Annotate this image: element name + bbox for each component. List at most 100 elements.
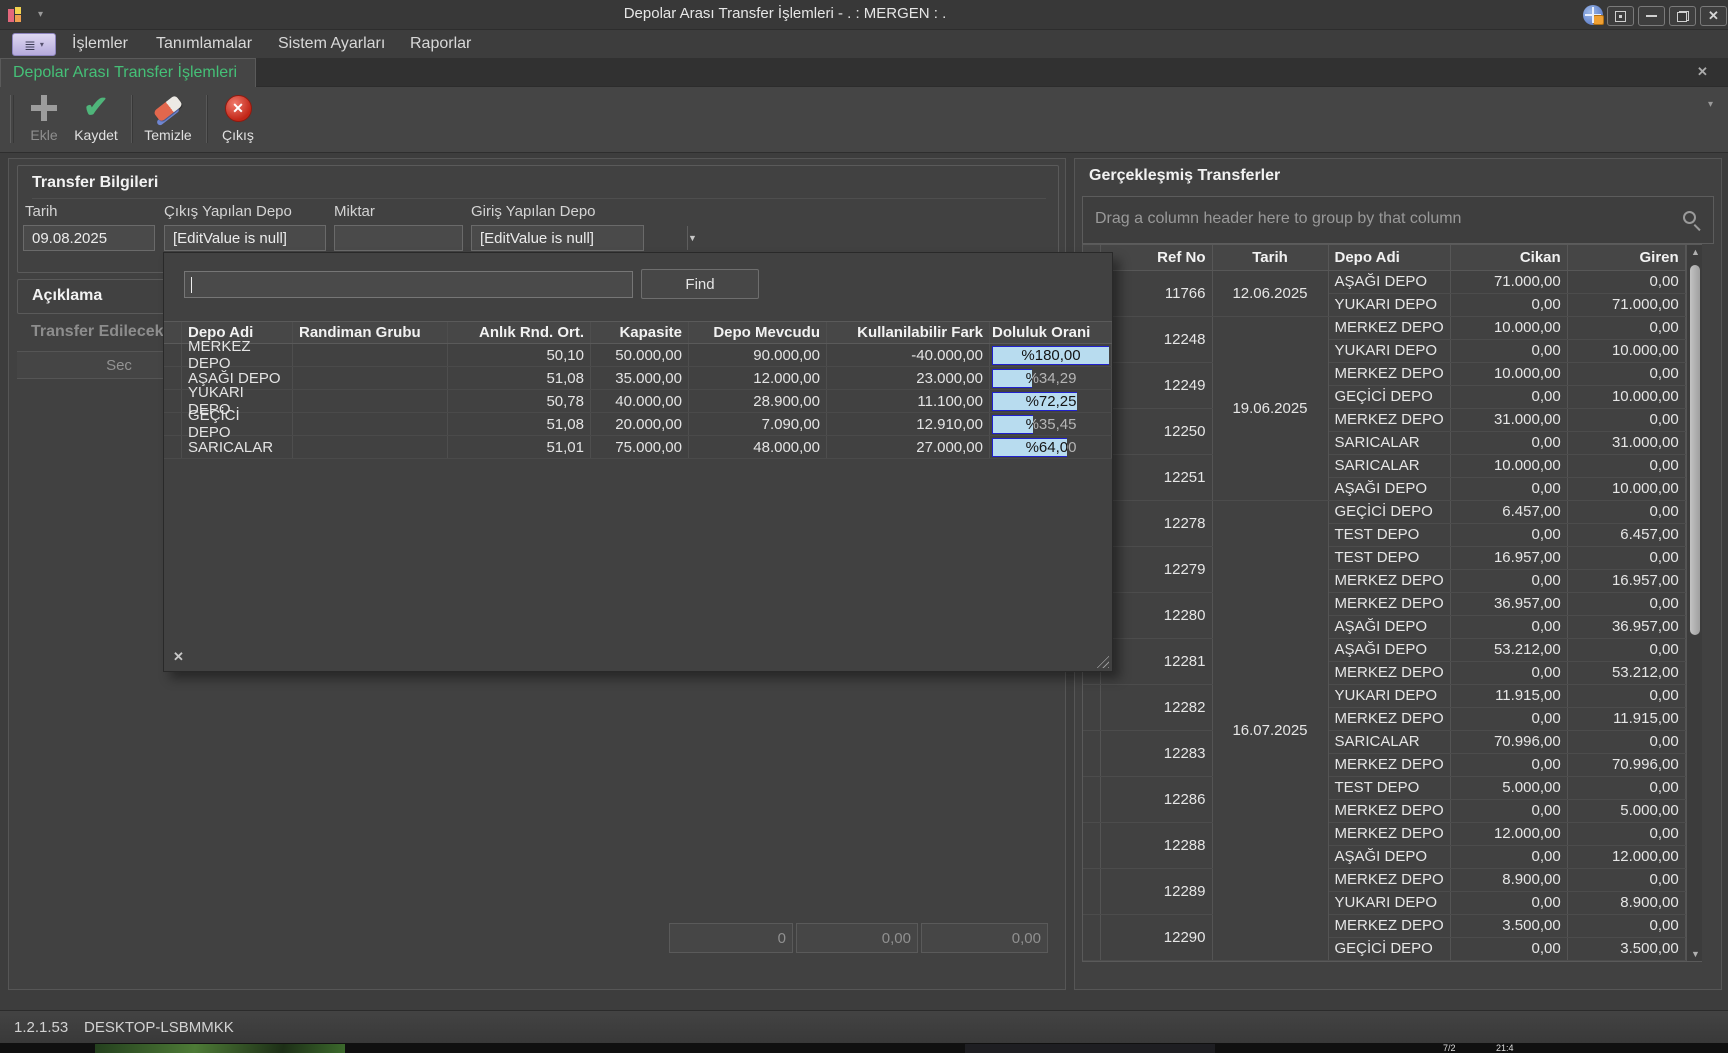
ref-no-cell[interactable]: 12251 [1100,454,1212,500]
depo-adi-cell[interactable]: AŞAĞI DEPO [1328,845,1450,868]
ref-no-cell[interactable]: 12283 [1100,730,1212,776]
group-by-bar[interactable]: Drag a column header here to group by th… [1082,196,1714,244]
cikan-cell[interactable]: 10.000,00 [1450,362,1567,385]
ekle-button[interactable]: Ekle [22,90,66,150]
giren-cell[interactable]: 71.000,00 [1567,293,1685,316]
row-indicator-cell[interactable] [1083,730,1100,776]
cikan-cell[interactable]: 0,00 [1450,477,1567,500]
scrollbar-thumb[interactable] [1690,265,1700,635]
ref-no-cell[interactable]: 11766 [1100,270,1212,316]
history-column-header[interactable]: Cikan [1450,245,1567,270]
ref-no-cell[interactable]: 12286 [1100,776,1212,822]
history-row[interactable]: 1227816.07.2025GEÇİCİ DEPO6.457,000,00 [1083,500,1685,523]
history-row[interactable]: 12286TEST DEPO5.000,000,00 [1083,776,1685,799]
giren-cell[interactable]: 31.000,00 [1567,431,1685,454]
giren-cell[interactable]: 11.915,00 [1567,707,1685,730]
restore-button[interactable] [1669,6,1696,26]
tarih-cell[interactable]: 19.06.2025 [1212,316,1328,500]
cikan-cell[interactable]: 0,00 [1450,615,1567,638]
ref-no-cell[interactable]: 12281 [1100,638,1212,684]
find-button[interactable]: Find [641,269,759,299]
cikan-cell[interactable]: 0,00 [1450,799,1567,822]
giren-cell[interactable]: 0,00 [1567,546,1685,569]
row-indicator-cell[interactable] [1083,684,1100,730]
depo-adi-cell[interactable]: MERKEZ DEPO [1328,316,1450,339]
miktar-spinner[interactable]: ▲▼ [334,225,463,251]
depo-adi-cell[interactable]: SARICALAR [1328,431,1450,454]
depo-adi-cell[interactable]: AŞAĞI DEPO [1328,270,1450,293]
menu-tanimlamalar[interactable]: Tanımlamalar [156,35,252,55]
scroll-up-icon[interactable]: ▲ [1691,247,1700,257]
popup-search-input[interactable] [184,271,633,298]
depo-adi-cell[interactable]: SARICALAR [1328,730,1450,753]
cikan-cell[interactable]: 0,00 [1450,385,1567,408]
giren-cell[interactable]: 53.212,00 [1567,661,1685,684]
toolbar-overflow-chevron-icon[interactable]: ▾ [1708,99,1713,110]
cikan-cell[interactable]: 0,00 [1450,845,1567,868]
giren-cell[interactable]: 70.996,00 [1567,753,1685,776]
giren-cell[interactable]: 0,00 [1567,868,1685,891]
ref-no-cell[interactable]: 12290 [1100,914,1212,960]
ref-no-cell[interactable]: 12282 [1100,684,1212,730]
depo-adi-cell[interactable]: MERKEZ DEPO [1328,592,1450,615]
giren-cell[interactable]: 10.000,00 [1567,477,1685,500]
giren-cell[interactable]: 10.000,00 [1567,385,1685,408]
ref-no-cell[interactable]: 12248 [1100,316,1212,362]
tarih-combo[interactable]: ▼ [23,225,155,251]
depo-adi-cell[interactable]: SARICALAR [1328,454,1450,477]
cikan-cell[interactable]: 53.212,00 [1450,638,1567,661]
row-indicator-cell[interactable] [1083,776,1100,822]
search-icon[interactable] [1683,211,1696,224]
cikan-cell[interactable]: 16.957,00 [1450,546,1567,569]
depo-adi-cell[interactable]: AŞAĞI DEPO [1328,615,1450,638]
temizle-button[interactable]: Temizle [140,90,196,150]
row-indicator-cell[interactable] [1083,822,1100,868]
cikan-cell[interactable]: 0,00 [1450,293,1567,316]
giren-cell[interactable]: 0,00 [1567,270,1685,293]
giren-cell[interactable]: 0,00 [1567,408,1685,431]
cikan-cell[interactable]: 0,00 [1450,937,1567,960]
ref-no-cell[interactable]: 12249 [1100,362,1212,408]
giren-cell[interactable]: 8.900,00 [1567,891,1685,914]
history-row[interactable]: 12283SARICALAR70.996,000,00 [1083,730,1685,753]
cikan-cell[interactable]: 5.000,00 [1450,776,1567,799]
history-column-header[interactable]: Depo Adi [1328,245,1450,270]
giris-depo-combo[interactable]: ▼ [471,225,644,251]
depo-adi-cell[interactable]: YUKARI DEPO [1328,293,1450,316]
taskbar-thumbnail[interactable] [965,1044,1215,1053]
depo-adi-cell[interactable]: MERKEZ DEPO [1328,753,1450,776]
depo-adi-cell[interactable]: GEÇİCİ DEPO [1328,937,1450,960]
history-scrollbar[interactable]: ▲ ▼ [1686,245,1702,961]
history-row[interactable]: 12250MERKEZ DEPO31.000,000,00 [1083,408,1685,431]
cikan-cell[interactable]: 70.996,00 [1450,730,1567,753]
cikan-cell[interactable]: 11.915,00 [1450,684,1567,707]
cikan-cell[interactable]: 71.000,00 [1450,270,1567,293]
history-row[interactable]: 12288MERKEZ DEPO12.000,000,00 [1083,822,1685,845]
popup-depo-row[interactable]: YUKARI DEPO50,7840.000,0028.900,0011.100… [164,390,1112,413]
giren-cell[interactable]: 0,00 [1567,362,1685,385]
popup-header-row[interactable]: Depo AdiRandiman GrubuAnlık Rnd. Ort.Kap… [164,321,1112,344]
ref-no-cell[interactable]: 12288 [1100,822,1212,868]
cikan-cell[interactable]: 8.900,00 [1450,868,1567,891]
depo-adi-cell[interactable]: AŞAĞI DEPO [1328,477,1450,500]
cikan-cell[interactable]: 10.000,00 [1450,454,1567,477]
giren-cell[interactable]: 0,00 [1567,684,1685,707]
ref-no-cell[interactable]: 12279 [1100,546,1212,592]
tarih-cell[interactable]: 16.07.2025 [1212,500,1328,960]
tab-depolar-arasi-transfer[interactable]: Depolar Arası Transfer İşlemleri [0,58,256,87]
depo-adi-cell[interactable]: GEÇİCİ DEPO [1328,385,1450,408]
cikan-cell[interactable]: 0,00 [1450,339,1567,362]
cikan-cell[interactable]: 0,00 [1450,431,1567,454]
cikan-cell[interactable]: 36.957,00 [1450,592,1567,615]
globe-lock-icon[interactable] [1583,5,1603,25]
depo-adi-cell[interactable]: GEÇİCİ DEPO [1328,500,1450,523]
cikan-cell[interactable]: 0,00 [1450,523,1567,546]
depo-adi-cell[interactable]: MERKEZ DEPO [1328,914,1450,937]
history-row[interactable]: 12281AŞAĞI DEPO53.212,000,00 [1083,638,1685,661]
depo-adi-cell[interactable]: MERKEZ DEPO [1328,362,1450,385]
depo-adi-cell[interactable]: AŞAĞI DEPO [1328,638,1450,661]
depo-adi-cell[interactable]: MERKEZ DEPO [1328,569,1450,592]
cikan-cell[interactable]: 12.000,00 [1450,822,1567,845]
giren-cell[interactable]: 0,00 [1567,316,1685,339]
cikan-cell[interactable]: 0,00 [1450,569,1567,592]
